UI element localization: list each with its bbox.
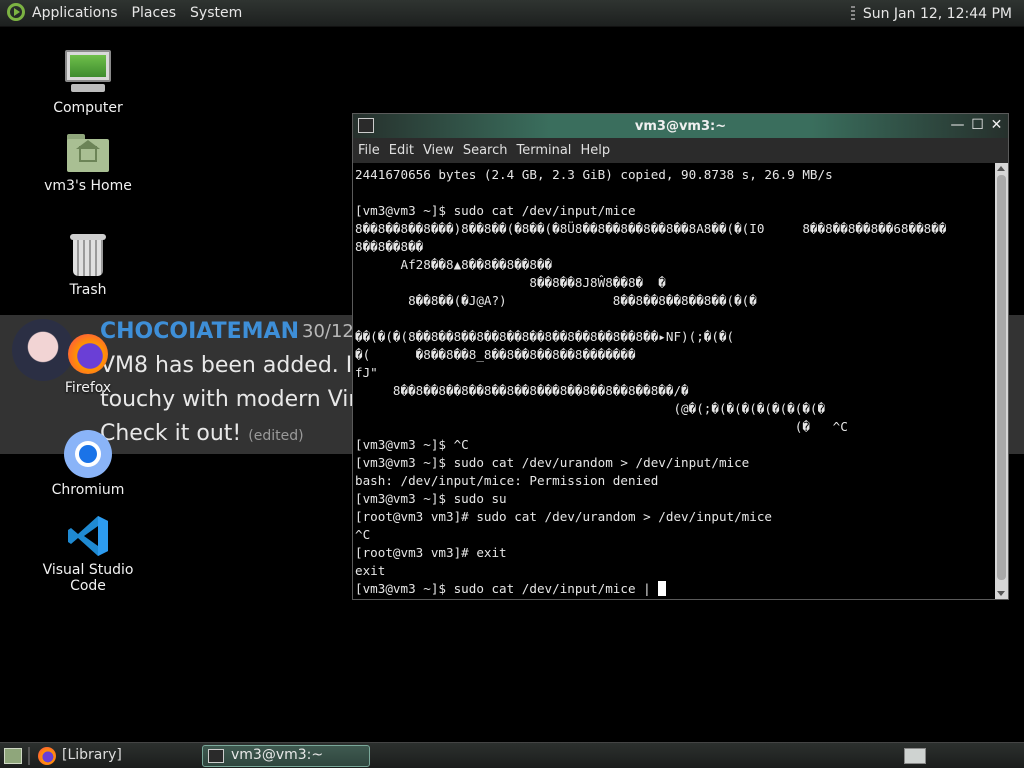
scroll-up-arrow-icon[interactable] bbox=[997, 166, 1005, 171]
terminal-line: [vm3@vm3 ~]$ sudo su bbox=[355, 491, 507, 506]
terminal-prompt-line[interactable]: [vm3@vm3 ~]$ sudo cat /dev/input/mice | bbox=[355, 580, 995, 598]
terminal-line: [vm3@vm3 ~]$ sudo cat /dev/urandom > /de… bbox=[355, 455, 750, 470]
prompt-text: [vm3@vm3 ~]$ sudo cat /dev/input/mice | bbox=[355, 581, 659, 596]
top-panel: Applications Places System Sun Jan 12, 1… bbox=[0, 0, 1024, 27]
terminal-line: fJ" bbox=[355, 365, 378, 380]
menu-applications[interactable]: Applications bbox=[32, 5, 118, 21]
terminal-line: bash: /dev/input/mice: Permission denied bbox=[355, 473, 659, 488]
scrollbar[interactable] bbox=[995, 163, 1008, 599]
task-terminal[interactable]: vm3@vm3:~ bbox=[202, 745, 370, 767]
menu-view[interactable]: View bbox=[423, 143, 454, 158]
window-title: vm3@vm3:~ bbox=[634, 118, 727, 134]
terminal-line: 2441670656 bytes (2.4 GB, 2.3 GiB) copie… bbox=[355, 167, 833, 182]
menu-places[interactable]: Places bbox=[132, 5, 177, 21]
desktop-icon-trash[interactable]: Trash bbox=[23, 234, 153, 298]
handle-grip-icon[interactable] bbox=[850, 5, 855, 22]
terminal-icon bbox=[208, 749, 224, 763]
terminal-line: 8��8��8�� bbox=[355, 239, 424, 254]
vscode-icon bbox=[66, 514, 110, 558]
window-titlebar[interactable]: vm3@vm3:~ — ☐ ✕ bbox=[353, 114, 1008, 138]
desktop-icon-label: Trash bbox=[69, 282, 107, 298]
menu-help[interactable]: Help bbox=[580, 143, 610, 158]
terminal-line: 8��8��8��8��8��8��8���8��8��8��8��8��/� bbox=[355, 383, 689, 398]
terminal-line: [vm3@vm3 ~]$ ^C bbox=[355, 437, 469, 452]
terminal-line: [vm3@vm3 ~]$ sudo cat /dev/input/mice bbox=[355, 203, 636, 218]
distro-logo-icon[interactable] bbox=[6, 2, 28, 24]
trash-icon bbox=[68, 234, 108, 278]
terminal-line: �( �8��8��8_8��8��8��8��8������� bbox=[355, 347, 636, 362]
terminal-menubar: File Edit View Search Terminal Help bbox=[353, 138, 1008, 163]
menu-file[interactable]: File bbox=[358, 143, 380, 158]
terminal-window[interactable]: vm3@vm3:~ — ☐ ✕ File Edit View Search Te… bbox=[352, 113, 1009, 600]
desktop-icon-label: Computer bbox=[53, 100, 123, 116]
desktop-icon-home[interactable]: vm3's Home bbox=[23, 132, 153, 194]
terminal-output[interactable]: 2441670656 bytes (2.4 GB, 2.3 GiB) copie… bbox=[353, 163, 995, 599]
terminal-icon bbox=[358, 118, 374, 133]
desktop-icon-firefox[interactable]: Firefox bbox=[23, 332, 153, 396]
text-cursor bbox=[658, 581, 667, 596]
home-folder-icon bbox=[65, 132, 111, 174]
menu-system[interactable]: System bbox=[190, 5, 242, 21]
menu-terminal[interactable]: Terminal bbox=[516, 143, 571, 158]
menu-search[interactable]: Search bbox=[463, 143, 508, 158]
desktop-icon-label: vm3's Home bbox=[44, 178, 132, 194]
chromium-icon bbox=[64, 430, 112, 478]
desktop-icon-label: Visual Studio Code bbox=[42, 562, 134, 594]
panel-tray: Sun Jan 12, 12:44 PM bbox=[850, 0, 1012, 27]
firefox-icon bbox=[66, 332, 110, 376]
scroll-down-arrow-icon[interactable] bbox=[997, 591, 1005, 596]
task-terminal-label: vm3@vm3:~ bbox=[231, 747, 324, 763]
terminal-line: exit bbox=[355, 563, 386, 578]
desktop-icon-computer[interactable]: Computer bbox=[23, 50, 153, 116]
firefox-icon[interactable] bbox=[38, 747, 56, 765]
workspace-switcher-icon[interactable] bbox=[904, 748, 926, 764]
desktop-icon-label: Chromium bbox=[51, 482, 125, 498]
terminal-line: 8��8��(�J@A?) 8��8��8��8��8��(�(� bbox=[355, 293, 757, 308]
terminal-line: ��(�(�(8��8��8��8��8��8��8��8��8��8��8��… bbox=[355, 329, 735, 344]
terminal-line: 8��8��8J8Ŵ8��8� � bbox=[355, 275, 666, 290]
taskbar-separator bbox=[28, 747, 30, 765]
terminal-line: (� ^C bbox=[355, 419, 848, 434]
bottom-taskbar: [Library] vm3@vm3:~ bbox=[0, 742, 1024, 768]
terminal-line: Af28��8▲8��8��8��8�� bbox=[355, 257, 553, 272]
scrollbar-thumb[interactable] bbox=[997, 175, 1006, 580]
desktop-icon-label: Firefox bbox=[64, 380, 112, 396]
maximize-button[interactable]: ☐ bbox=[969, 117, 986, 134]
show-desktop-icon[interactable] bbox=[4, 748, 22, 764]
notification-date: 30/12, bbox=[302, 321, 360, 342]
menu-edit[interactable]: Edit bbox=[389, 143, 414, 158]
terminal-line: 8��8��8��8���)8��8��(�8��(�8Ü8��8��8��8�… bbox=[355, 221, 947, 236]
close-button[interactable]: ✕ bbox=[988, 117, 1005, 134]
terminal-line: [root@vm3 vm3]# exit bbox=[355, 545, 507, 560]
task-library[interactable]: [Library] bbox=[62, 747, 122, 763]
terminal-line: ^C bbox=[355, 527, 371, 542]
terminal-line: (@�(;�(�(�(�(�(�(�(� bbox=[355, 401, 826, 416]
clock[interactable]: Sun Jan 12, 12:44 PM bbox=[863, 6, 1012, 22]
minimize-button[interactable]: — bbox=[949, 117, 966, 134]
computer-icon bbox=[63, 50, 113, 96]
edited-tag: (edited) bbox=[248, 428, 304, 444]
terminal-line: [root@vm3 vm3]# sudo cat /dev/urandom > … bbox=[355, 509, 773, 524]
desktop-icon-vscode[interactable]: Visual Studio Code bbox=[23, 514, 153, 594]
desktop-icon-chromium[interactable]: Chromium bbox=[23, 430, 153, 498]
terminal-lines: 2441670656 bytes (2.4 GB, 2.3 GiB) copie… bbox=[355, 166, 995, 580]
